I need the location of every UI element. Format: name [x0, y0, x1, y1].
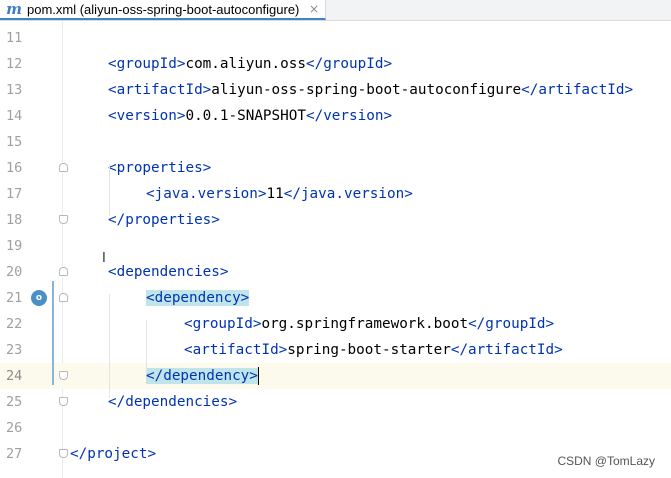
code-text: </properties> [108, 207, 220, 233]
xml-tag: </properties> [108, 212, 220, 228]
code-text: <groupId>org.springframework.boot</group… [184, 311, 554, 337]
line-number: 26 [6, 420, 23, 436]
mouse-ibeam-cursor: I [102, 251, 106, 266]
line-number: 12 [6, 56, 23, 72]
fold-marker-icon[interactable] [59, 267, 68, 276]
fold-marker-icon[interactable] [59, 449, 68, 458]
editor-tab-bar: m pom.xml (aliyun-oss-spring-boot-autoco… [0, 0, 671, 21]
line-number: 19 [6, 238, 23, 254]
code-text: </dependencies> [108, 389, 237, 415]
line-number: 20 [6, 264, 23, 280]
code-line[interactable]: 23 <artifactId>spring-boot-starter</artif… [0, 337, 671, 363]
xml-tag: </java.version> [283, 186, 413, 202]
code-editor[interactable]: 11 12 <groupId>com.aliyun.oss</groupId> 13 <… [0, 21, 671, 478]
line-number: 11 [6, 30, 23, 46]
code-line[interactable]: 14 <version>0.0.1-SNAPSHOT</version> [0, 103, 671, 129]
line-number: 21 [6, 290, 23, 306]
indent-guide [109, 164, 110, 216]
xml-tag: <groupId> [184, 316, 262, 332]
fold-marker-icon[interactable] [59, 215, 68, 224]
code-text: <artifactId>aliyun-oss-spring-boot-autoc… [108, 77, 633, 103]
xml-value: 0.0.1-SNAPSHOT [185, 108, 306, 124]
code-text: <dependency> [146, 285, 250, 311]
code-text: <java.version>11</java.version> [146, 181, 413, 207]
code-line[interactable]: 16 <properties> [0, 155, 671, 181]
code-line[interactable]: 17 <java.version>11</java.version> [0, 181, 671, 207]
xml-tag: </version> [305, 108, 393, 124]
line-number: 23 [6, 342, 23, 358]
xml-tag: </groupId> [305, 56, 393, 72]
line-number: 24 [6, 368, 23, 384]
line-number: 27 [6, 446, 23, 462]
line-number: 14 [6, 108, 23, 124]
indent-guide [109, 294, 110, 398]
xml-tag: </dependency> [146, 368, 258, 384]
xml-tag: </dependencies> [108, 394, 238, 410]
xml-tag: </project> [70, 446, 157, 462]
xml-value: com.aliyun.oss [185, 56, 306, 72]
fold-marker-icon[interactable] [59, 397, 68, 406]
xml-value: spring-boot-starter [287, 342, 451, 358]
code-line[interactable]: 22 <groupId>org.springframework.boot</gro… [0, 311, 671, 337]
xml-tag: <dependency> [146, 290, 250, 306]
tab-label: pom.xml (aliyun-oss-spring-boot-autoconf… [27, 1, 300, 17]
code-text: <groupId>com.aliyun.oss</groupId> [108, 51, 392, 77]
xml-tag: <artifactId> [184, 342, 288, 358]
xml-tag: <version> [108, 108, 186, 124]
xml-value: aliyun-oss-spring-boot-autoconfigure [211, 82, 522, 98]
xml-tag: <dependencies> [108, 264, 229, 280]
code-line[interactable]: 18 </properties> [0, 207, 671, 233]
code-line[interactable]: 12 <groupId>com.aliyun.oss</groupId> [0, 51, 671, 77]
xml-value: 11 [266, 186, 284, 202]
code-text: </project> [70, 441, 156, 467]
xml-tag: </artifactId> [450, 342, 563, 358]
implemented-override-icon[interactable]: o [31, 290, 47, 306]
line-number: 16 [6, 160, 23, 176]
fold-marker-icon[interactable] [59, 163, 68, 172]
watermark: CSDN @TomLazy [557, 454, 655, 468]
code-line[interactable]: 15 [0, 129, 671, 155]
xml-tag: <groupId> [108, 56, 186, 72]
tab-pom-xml[interactable]: m pom.xml (aliyun-oss-spring-boot-autoco… [0, 0, 326, 20]
code-line[interactable]: 26 [0, 415, 671, 441]
code-text: <dependencies> [108, 259, 229, 285]
xml-value: org.springframework.boot [261, 316, 469, 332]
code-line[interactable]: 25 </dependencies> [0, 389, 671, 415]
xml-tag: </groupId> [468, 316, 555, 332]
xml-tag: <java.version> [146, 186, 267, 202]
code-line[interactable]: 20 <dependencies> [0, 259, 671, 285]
xml-tag: <artifactId> [108, 82, 212, 98]
line-number: 22 [6, 316, 23, 332]
fold-marker-icon[interactable] [59, 371, 68, 380]
indent-guide [146, 320, 147, 372]
text-caret [257, 367, 260, 385]
line-number: 18 [6, 212, 23, 228]
maven-m-icon: m [6, 0, 22, 18]
line-number: 15 [6, 134, 23, 150]
code-text: <artifactId>spring-boot-starter</artifac… [184, 337, 563, 363]
xml-tag: </artifactId> [521, 82, 634, 98]
close-icon[interactable]: × [309, 2, 319, 16]
code-line[interactable]: 13 <artifactId>aliyun-oss-spring-boot-aut… [0, 77, 671, 103]
code-line[interactable]: 24 </dependency> [0, 363, 671, 389]
code-text: </dependency> [146, 363, 258, 389]
fold-marker-icon[interactable] [59, 293, 68, 302]
xml-tag: <properties> [108, 160, 212, 176]
line-number: 13 [6, 82, 23, 98]
code-text: <version>0.0.1-SNAPSHOT</version> [108, 103, 392, 129]
vcs-change-marker[interactable] [52, 281, 54, 385]
code-line[interactable]: 11 [0, 25, 671, 51]
line-number: 25 [6, 394, 23, 410]
code-line[interactable]: 21 o <dependency> [0, 285, 671, 311]
line-number: 17 [6, 186, 23, 202]
code-text: <properties> [108, 155, 211, 181]
code-line[interactable]: 19 [0, 233, 671, 259]
